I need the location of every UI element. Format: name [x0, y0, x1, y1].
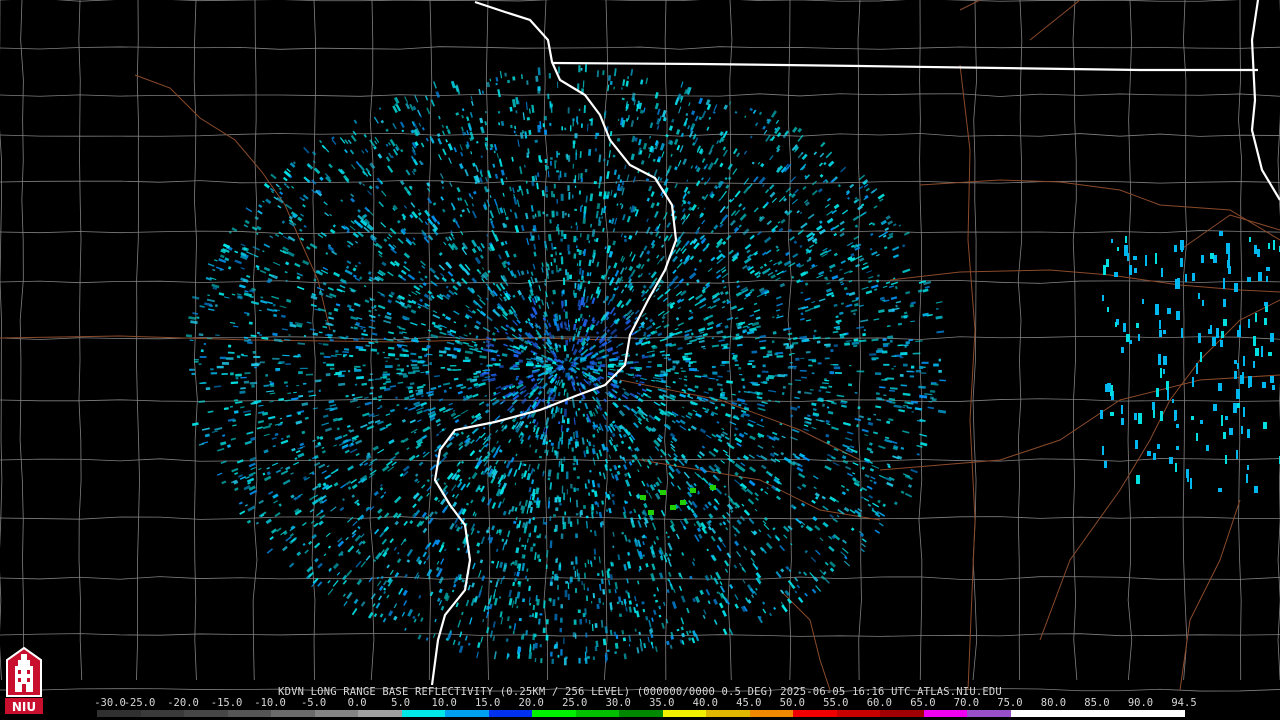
scale-label: 25.0 — [562, 697, 588, 709]
color-scale-bar — [96, 709, 1186, 718]
scale-swatch — [880, 710, 924, 717]
county-line — [0, 133, 1280, 137]
scale-label: 20.0 — [518, 697, 544, 709]
scale-swatch — [575, 710, 620, 717]
scale-swatch — [1097, 710, 1142, 717]
county-line — [918, 0, 923, 681]
highway — [1029, 0, 1081, 41]
scale-label: 65.0 — [910, 697, 936, 709]
scale-label: 60.0 — [866, 697, 893, 709]
county-line — [0, 280, 1280, 284]
scale-label: 70.0 — [953, 697, 980, 709]
scale-label: -15.0 — [210, 697, 243, 709]
scale-swatch — [619, 710, 663, 717]
scale-label: 40.0 — [692, 697, 718, 709]
county-line — [311, 0, 317, 681]
scale-label: 55.0 — [823, 697, 849, 709]
scale-swatch — [749, 710, 794, 717]
radar-map-canvas — [0, 0, 1280, 692]
highway — [779, 589, 831, 691]
state-line-iowa-minnesota — [551, 61, 1258, 72]
scale-swatch — [1010, 710, 1055, 717]
scale-label: 5.0 — [391, 697, 411, 709]
highway — [1039, 299, 1280, 641]
highway — [959, 0, 981, 11]
scale-swatch — [532, 710, 576, 717]
scale-swatch — [706, 710, 750, 717]
scale-swatch — [358, 710, 402, 717]
county-line — [1238, 0, 1243, 681]
scale-swatch — [401, 710, 446, 717]
county-line — [78, 0, 83, 681]
county-line — [0, 458, 1280, 462]
scale-label: -30.0 — [94, 697, 126, 709]
highway — [134, 74, 331, 331]
scale-label: -5.0 — [300, 697, 327, 709]
niu-logo: NIU — [3, 646, 45, 716]
county-line — [0, 180, 1280, 184]
radar-map: NIU KDVN LONG RANGE BASE REFLECTIVITY (0… — [0, 0, 1280, 720]
scale-swatch — [923, 710, 968, 717]
radar-site-marker — [563, 361, 571, 369]
scale-label: 90.0 — [1127, 697, 1154, 709]
scale-label: 35.0 — [649, 697, 675, 709]
scale-label: 85.0 — [1084, 697, 1110, 709]
reflectivity-echoes — [185, 64, 1280, 666]
highway — [959, 64, 976, 691]
highway — [1179, 499, 1241, 691]
scale-label: 80.0 — [1040, 697, 1067, 709]
scale-swatch — [445, 710, 489, 717]
county-line — [0, 230, 1280, 234]
scale-swatch — [1141, 710, 1185, 717]
county-line — [19, 0, 24, 681]
scale-swatch — [488, 710, 533, 717]
state-line-lake-michigan — [1250, 0, 1280, 201]
highway — [639, 459, 881, 521]
color-scale-labels: -30.0 -25.0 -20.0 -15.0 -10.0 -5.0 0.0 5.0 10.0 1… — [94, 697, 1197, 709]
scale-label: 94.5 — [1171, 697, 1197, 709]
scale-label: 0.0 — [347, 697, 367, 709]
scale-swatch — [184, 710, 228, 717]
scale-swatch — [836, 710, 881, 717]
scale-swatch — [97, 710, 141, 717]
scale-swatch — [271, 710, 315, 717]
county-line — [0, 46, 1280, 50]
scale-swatch — [140, 710, 185, 717]
scale-swatch — [793, 710, 837, 717]
scale-swatch — [314, 710, 359, 717]
county-line — [0, 0, 1247, 2]
county-line — [1182, 0, 1188, 681]
scale-swatch — [1054, 710, 1098, 717]
scale-label: 30.0 — [605, 697, 631, 709]
county-line — [0, 576, 1280, 580]
scale-label: 75.0 — [997, 697, 1023, 709]
scale-label: -20.0 — [167, 697, 199, 709]
county-line — [0, 93, 1280, 97]
scale-label: -25.0 — [123, 697, 156, 709]
scale-swatch — [662, 710, 707, 717]
scale-label: 50.0 — [779, 697, 805, 709]
scale-label: 10.0 — [431, 697, 457, 709]
scale-swatch — [967, 710, 1011, 717]
scale-swatch — [227, 710, 272, 717]
scale-label: -10.0 — [254, 697, 286, 709]
county-line — [1072, 0, 1078, 681]
scale-label: 45.0 — [736, 697, 762, 709]
scale-label: 15.0 — [475, 697, 501, 709]
